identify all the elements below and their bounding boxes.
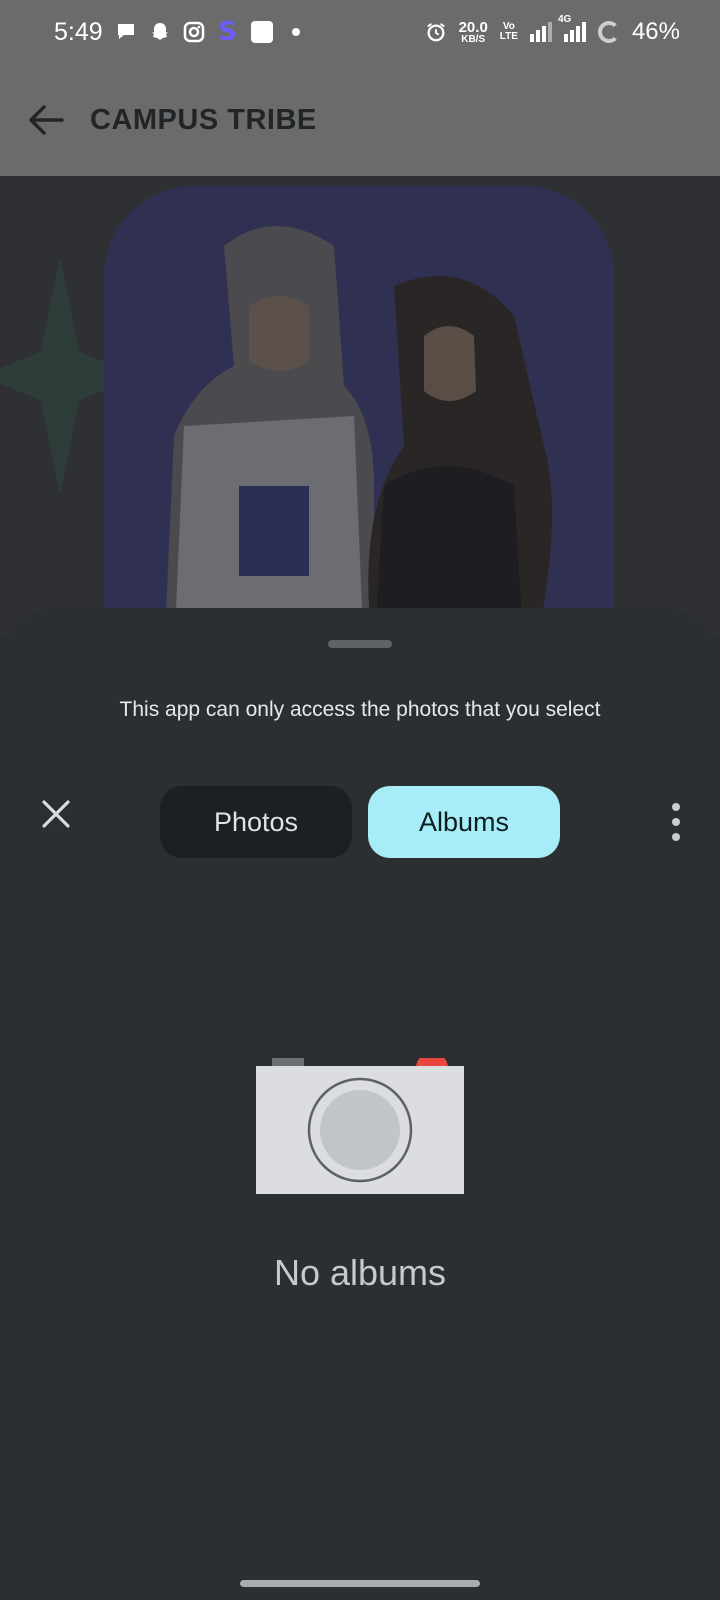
volte-bottom: LTE [499, 31, 518, 42]
gesture-nav-handle[interactable] [240, 1580, 480, 1587]
camera-icon [254, 1052, 466, 1198]
people-illustration [164, 226, 552, 636]
more-vert-icon [672, 803, 680, 841]
alarm-icon [425, 21, 447, 43]
net-speed-value: 20.0 [458, 18, 488, 36]
snapchat-icon [149, 21, 171, 43]
arrow-back-icon [29, 105, 64, 135]
page-title: CAMPUS TRIBE [90, 103, 317, 136]
battery-ring-icon [597, 21, 620, 43]
net-speed-unit: KB/S [461, 33, 486, 45]
battery-percent: 46% [631, 18, 680, 45]
access-message: This app can only access the photos that… [119, 698, 601, 721]
tab-photos[interactable]: Photos [160, 786, 352, 858]
signal-icon [529, 22, 552, 42]
status-left: 5:49 S [54, 17, 307, 47]
empty-state-text: No albums [273, 1252, 447, 1293]
zomato-icon [250, 21, 273, 43]
back-button[interactable] [24, 98, 68, 142]
net-speed: 20.0 KB/S [459, 20, 488, 45]
drag-handle[interactable] [328, 640, 392, 648]
status-right: 20.0 KB/S Vo LTE 4G 46% [425, 14, 680, 46]
volte-indicator: Vo LTE [500, 22, 518, 42]
app-bar: CAMPUS TRIBE [0, 64, 720, 176]
poster-image [104, 186, 614, 636]
chat-bubble-icon [115, 21, 137, 43]
signal-4g-icon: 4G [558, 14, 586, 42]
instagram-icon [183, 21, 205, 43]
photo-picker-sheet: This app can only access the photos that… [0, 608, 720, 1600]
status-time: 5:49 [54, 17, 103, 46]
notification-dot-icon [285, 21, 307, 43]
background-content [0, 176, 720, 636]
network-type: 4G [557, 14, 572, 25]
tab-albums[interactable]: Albums [368, 786, 560, 858]
more-options-button[interactable] [652, 786, 700, 858]
close-icon [42, 800, 70, 828]
s-app-icon: S [218, 17, 238, 47]
screen: 5:49 S 20.0 KB/S Vo LTE 4G 46% CAMPUS TR… [0, 0, 720, 1600]
status-bar: 5:49 S 20.0 KB/S Vo LTE 4G 46% [0, 0, 720, 64]
close-button[interactable] [32, 790, 80, 838]
